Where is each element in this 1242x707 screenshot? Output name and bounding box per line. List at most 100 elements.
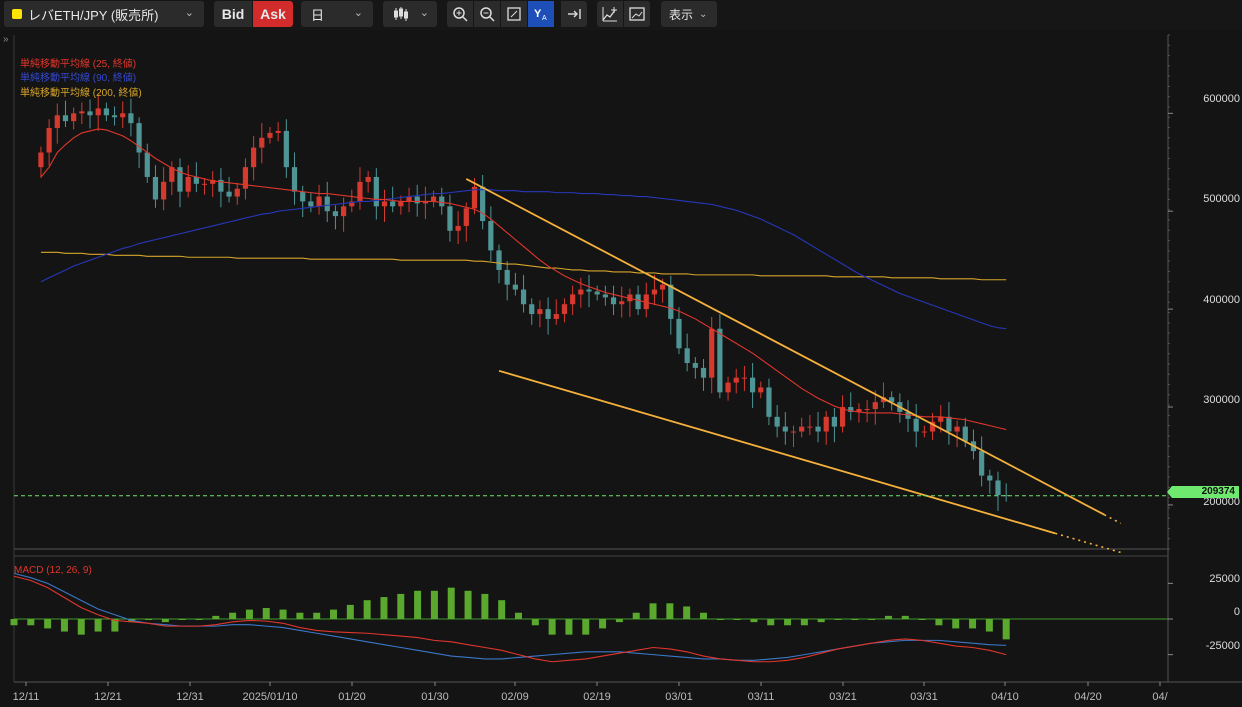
macd-histogram-bar [212,615,220,619]
candle-body [341,206,347,217]
candle-body [381,201,388,207]
macd-histogram-bar [565,619,573,635]
macd-histogram-bar [77,619,85,635]
macd-axis-label: 0 [1233,606,1240,618]
candle-body [602,294,608,298]
macd-histogram-bar [330,609,338,619]
candle-body [537,309,543,315]
date-axis-label: 04/10 [991,691,1019,703]
macd-histogram-bar [44,619,52,629]
macd-histogram-bar [414,590,422,619]
macd-histogram-bar [60,619,68,632]
macd-histogram-bar [363,600,371,619]
date-axis-label: 04/20 [1074,691,1102,703]
candle-body [790,431,797,433]
candle-body [733,377,739,383]
date-axis-label: 03/21 [829,691,857,703]
candle-body [193,176,199,184]
candle-body [152,176,159,200]
candle-body [553,314,559,319]
candle-body [87,111,93,116]
candle-body [185,176,191,192]
candle-body [300,191,306,202]
candle-body [717,328,723,393]
macd-histogram-bar [145,619,153,620]
candle-body [586,289,592,292]
candle-body [71,113,77,122]
candle-body [373,176,379,207]
date-axis-label: 12/21 [94,691,122,703]
candle-body [979,451,985,476]
date-axis-label: 03/01 [665,691,693,703]
candle-body [913,418,919,432]
macd-histogram-bar [784,619,792,626]
price-chart[interactable] [0,0,1242,707]
candle-body [782,426,788,432]
candle-body [332,211,339,217]
candle-body [496,250,502,270]
trendline-extension [1055,532,1121,554]
macd-axis-label: 25000 [1209,573,1240,585]
candle-body [962,426,968,442]
candle-body [766,387,772,417]
candle-body [954,426,960,432]
legend-sma90[interactable]: 単純移動平均線 (90, 終値) [20,73,136,84]
candle-body [414,196,420,204]
macd-histogram-bar [699,612,707,619]
candle-body [995,480,1001,496]
candle-body [635,294,641,310]
macd-histogram-bar [380,597,388,619]
candle-body [660,284,666,290]
macd-histogram-bar [851,619,859,620]
macd-histogram-bar [195,619,203,620]
candle-body [144,152,150,177]
legend-macd[interactable]: MACD (12, 26, 9) [14,565,92,576]
macd-histogram-bar [969,619,977,629]
macd-histogram-bar [397,593,405,619]
price-axis-label: 500000 [1203,193,1240,205]
macd-histogram-bar [447,587,455,619]
macd-histogram-bar [1002,619,1010,640]
candle-body [651,289,658,295]
candle-body [447,206,453,231]
candle-body [987,475,993,481]
candle-body [676,318,682,349]
legend-sma200[interactable]: 単純移動平均線 (200, 終値) [20,88,142,99]
candle-body [504,269,510,285]
trendline-extension [1103,514,1122,525]
macd-histogram-bar [615,619,623,623]
candle-body [54,115,60,129]
date-axis-label: 04/ [1152,691,1168,703]
candle-body [921,431,927,433]
candle-body [520,289,527,305]
candle-body [692,362,698,368]
macd-histogram-bar [279,609,287,619]
candle-body [807,426,813,428]
trendline [498,369,1056,535]
candle-body [488,221,494,251]
candle-body [758,387,764,393]
candle-body [267,132,273,138]
price-axis-label: 400000 [1203,294,1240,306]
candle-body [390,201,396,207]
macd-histogram-bar [94,619,102,632]
candle-body [226,191,232,197]
macd-histogram-bar [716,619,724,620]
candle-body [128,113,134,124]
price-axis-label: 300000 [1203,394,1240,406]
macd-histogram-bar [817,619,825,623]
macd-histogram-bar [834,619,842,620]
candle-body [38,152,44,168]
legend-sma25[interactable]: 単純移動平均線 (25, 終値) [20,59,136,70]
macd-histogram-bar [262,608,270,619]
candle-body [823,416,829,432]
date-axis-label: 02/09 [501,691,529,703]
candle-body [725,382,731,393]
macd-histogram-bar [733,619,741,620]
date-axis-label: 03/31 [910,691,938,703]
candle-body [684,348,690,363]
price-axis-label: 600000 [1203,93,1240,105]
macd-histogram-bar [750,619,758,623]
candle-body [324,196,330,212]
macd-histogram-bar [767,619,775,626]
